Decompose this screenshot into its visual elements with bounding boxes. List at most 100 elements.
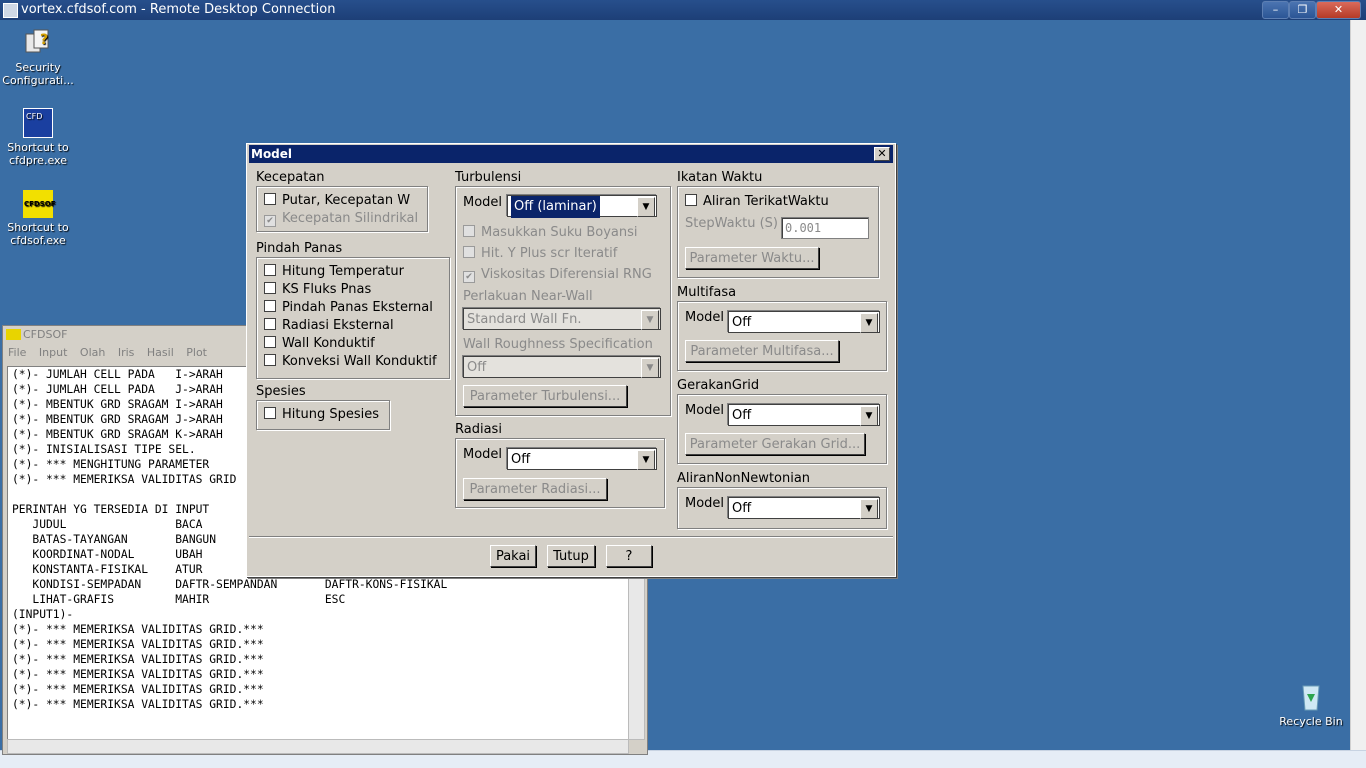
desktop-icon-cfdsof[interactable]: CFDSOF Shortcut to cfdsof.exe xyxy=(0,190,76,247)
menu-iris[interactable]: Iris xyxy=(118,346,135,359)
select-value: Standard Wall Fn. xyxy=(467,312,582,327)
hitung-spesies-checkbox[interactable]: Hitung Spesies xyxy=(264,407,379,422)
minimize-button[interactable]: – xyxy=(1262,1,1289,19)
desktop-icon-cfdpre[interactable]: CFD Shortcut to cfdpre.exe xyxy=(0,108,76,167)
chevron-down-icon[interactable]: ▼ xyxy=(637,197,655,217)
turbulensi-model-label: Model xyxy=(463,195,503,210)
checkbox-label: Konveksi Wall Konduktif xyxy=(282,354,437,369)
checkbox-box xyxy=(264,318,276,330)
masukkan-suku-boyansi-checkbox: Masukkan Suku Boyansi xyxy=(463,225,638,240)
aliran-terikat-waktu-checkbox[interactable]: Aliran TerikatWaktu xyxy=(685,194,829,209)
non-newtonian-model-select[interactable]: Off ▼ xyxy=(728,497,880,519)
cfdpre-icon: CFD xyxy=(23,108,53,138)
multifasa-model-label: Model xyxy=(685,310,725,325)
hitung-temperatur-checkbox[interactable]: Hitung Temperatur xyxy=(264,264,404,279)
kecepatan-label: Kecepatan xyxy=(256,170,325,185)
select-value: Off xyxy=(732,315,752,330)
desktop-icon-label: Recycle Bin xyxy=(1279,715,1343,728)
desktop-icon-label: Shortcut to cfdpre.exe xyxy=(7,141,69,167)
checkbox-box xyxy=(264,300,276,312)
console-line: (*)- *** MEMERIKSA VALIDITAS GRID.*** xyxy=(12,638,264,651)
checkbox-label: Putar, Kecepatan W xyxy=(282,193,411,208)
console-line: (INPUT1)- xyxy=(12,608,74,621)
ks-fluks-pnas-checkbox[interactable]: KS Fluks Pnas xyxy=(264,282,371,297)
desktop-icon-label: Security Configurati... xyxy=(2,61,74,87)
dialog-divider xyxy=(249,536,893,538)
checkbox-box xyxy=(264,193,276,205)
security-config-icon: ? xyxy=(22,26,54,58)
checkbox-box xyxy=(463,246,475,258)
menu-olah[interactable]: Olah xyxy=(80,346,105,359)
spesies-label: Spesies xyxy=(256,384,306,399)
radiasi-model-label: Model xyxy=(463,447,503,462)
recycle-bin-icon xyxy=(1295,680,1327,712)
cfdsof-icon-text: CFDSOF xyxy=(24,200,56,208)
rdp-title-bar[interactable]: vortex.cfdsof.com - Remote Desktop Conne… xyxy=(0,0,1366,20)
menu-input[interactable]: Input xyxy=(39,346,67,359)
non-newtonian-label: AliranNonNewtonian xyxy=(677,471,811,486)
dialog-close-icon[interactable]: ✕ xyxy=(874,147,890,161)
gerakan-grid-label: GerakanGrid xyxy=(677,378,760,393)
pindah-panas-label: Pindah Panas xyxy=(256,241,343,256)
dialog-title-bar[interactable]: Model ✕ xyxy=(249,145,893,163)
restore-button[interactable]: ❐ xyxy=(1289,1,1316,19)
menu-file[interactable]: File xyxy=(8,346,26,359)
konveksi-wall-konduktif-checkbox[interactable]: Konveksi Wall Konduktif xyxy=(264,354,437,369)
checkbox-label: Hitung Temperatur xyxy=(282,264,404,279)
menu-plot[interactable]: Plot xyxy=(186,346,207,359)
rdp-vertical-scrollbar[interactable] xyxy=(1350,20,1366,750)
wall-konduktif-checkbox[interactable]: Wall Konduktif xyxy=(264,336,375,351)
wall-roughness-select: Off ▼ xyxy=(463,356,661,378)
checkbox-label: Aliran TerikatWaktu xyxy=(703,194,829,209)
checkbox-box xyxy=(685,194,697,206)
help-button[interactable]: ? xyxy=(606,545,652,567)
checkbox-box xyxy=(264,407,276,419)
desktop-icon-recycle-bin[interactable]: Recycle Bin xyxy=(1273,680,1349,728)
chevron-down-icon: ▼ xyxy=(641,310,659,330)
checkbox-box xyxy=(264,282,276,294)
step-waktu-field[interactable]: 0.001 xyxy=(781,217,869,239)
checkmark-icon: ✔ xyxy=(264,215,276,227)
desktop-icon-security-config[interactable]: ? Security Configurati... xyxy=(0,26,76,87)
radiasi-label: Radiasi xyxy=(455,422,502,437)
near-wall-select: Standard Wall Fn. ▼ xyxy=(463,308,661,330)
rdp-title: vortex.cfdsof.com - Remote Desktop Conne… xyxy=(21,2,336,17)
chevron-down-icon[interactable]: ▼ xyxy=(637,450,655,470)
near-wall-label: Perlakuan Near-Wall xyxy=(463,289,593,304)
tutup-button[interactable]: Tutup xyxy=(547,545,595,567)
select-value: Off xyxy=(732,408,752,423)
chevron-down-icon[interactable]: ▼ xyxy=(860,406,878,426)
wall-roughness-label: Wall Roughness Specification xyxy=(463,337,653,352)
radiasi-eksternal-checkbox[interactable]: Radiasi Eksternal xyxy=(264,318,394,333)
cfdsof-icon: CFDSOF xyxy=(23,190,56,218)
cfdpre-icon-text: CFD xyxy=(26,112,43,121)
viskositas-rng-checkbox: ✔ Viskositas Diferensial RNG xyxy=(463,267,652,283)
turbulensi-model-select[interactable]: Off (laminar) ▼ xyxy=(507,195,657,218)
gerakan-grid-model-label: Model xyxy=(685,403,725,418)
model-dialog: Model ✕ Kecepatan Putar, Kecepatan W ✔ Ke… xyxy=(246,143,896,577)
gerakan-grid-model-select[interactable]: Off ▼ xyxy=(728,404,880,426)
pakai-button[interactable]: Pakai xyxy=(490,545,536,567)
checkbox-label: Hitung Spesies xyxy=(282,407,380,422)
checkbox-box xyxy=(264,336,276,348)
parameter-multifasa-button: Parameter Multifasa... xyxy=(685,340,839,362)
checkbox-label: Radiasi Eksternal xyxy=(282,318,394,333)
console-horizontal-scrollbar[interactable] xyxy=(7,739,629,754)
chevron-down-icon[interactable]: ▼ xyxy=(860,499,878,519)
close-button[interactable]: ✕ xyxy=(1316,1,1361,19)
remote-desktop-screen: vortex.cfdsof.com - Remote Desktop Conne… xyxy=(0,0,1366,768)
parameter-waktu-button: Parameter Waktu... xyxy=(685,247,819,269)
select-value: Off (laminar) xyxy=(511,196,600,218)
checkbox-label: Wall Konduktif xyxy=(282,336,375,351)
parameter-gerakan-grid-button: Parameter Gerakan Grid... xyxy=(685,433,865,455)
checkbox-label: Kecepatan Silindrikal xyxy=(282,211,419,226)
rdp-app-icon xyxy=(3,3,18,18)
chevron-down-icon[interactable]: ▼ xyxy=(860,313,878,333)
pindah-panas-eksternal-checkbox[interactable]: Pindah Panas Eksternal xyxy=(264,300,433,315)
select-value: Off xyxy=(511,452,531,467)
parameter-radiasi-button: Parameter Radiasi... xyxy=(463,478,607,500)
radiasi-model-select[interactable]: Off ▼ xyxy=(507,448,657,470)
menu-hasil[interactable]: Hasil xyxy=(147,346,174,359)
multifasa-model-select[interactable]: Off ▼ xyxy=(728,311,880,333)
putar-kecepatan-checkbox[interactable]: Putar, Kecepatan W xyxy=(264,193,410,208)
